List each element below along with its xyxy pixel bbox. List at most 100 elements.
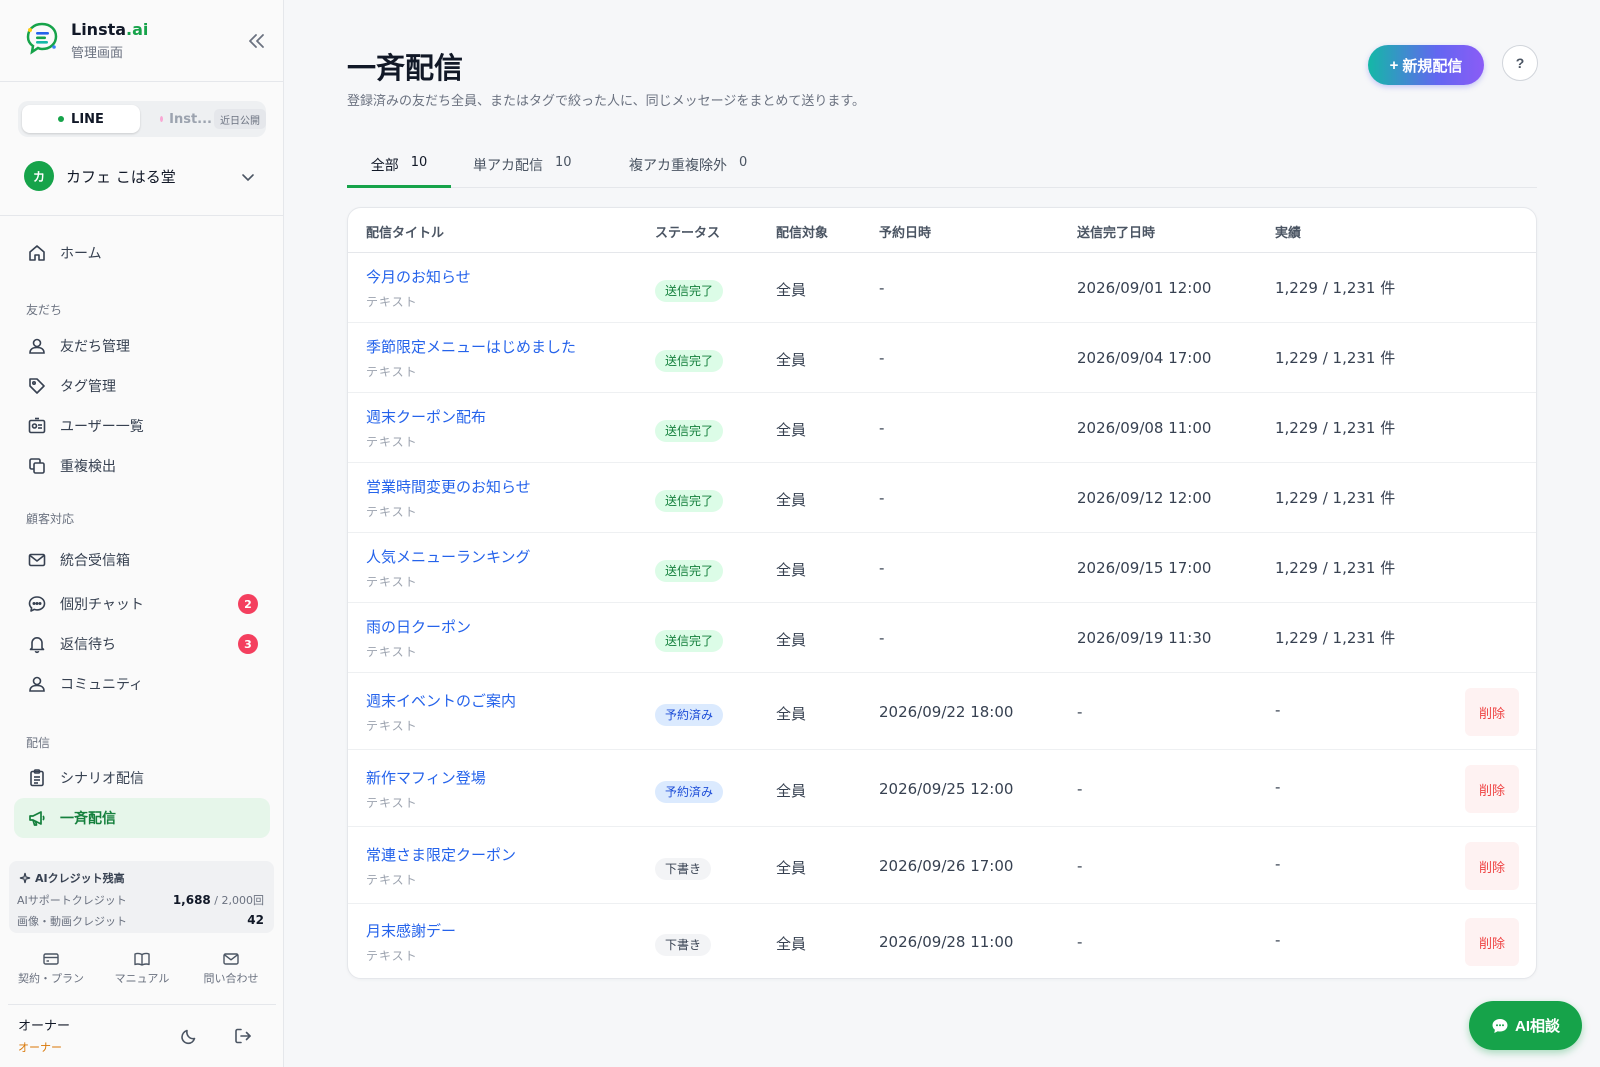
broadcast-title-link[interactable]: 新作マフィン登場 xyxy=(366,767,486,788)
channel-switch: LINE Inst... 近日公開 xyxy=(18,101,266,137)
channel-line-tab[interactable]: LINE xyxy=(22,105,140,133)
broadcast-title-link[interactable]: 週末イベントのご案内 xyxy=(366,690,516,711)
chevron-down-icon xyxy=(242,174,254,182)
broadcast-type: テキスト xyxy=(366,645,418,659)
page-description: 登録済みの友だち全員、またはタグで絞った人に、同じメッセージをまとめて送ります。 xyxy=(347,94,866,109)
coming-soon-badge: 近日公開 xyxy=(214,109,266,129)
moon-icon[interactable] xyxy=(179,1026,199,1046)
broadcast-title-link[interactable]: 今月のお知らせ xyxy=(366,266,471,287)
help-button[interactable]: ? xyxy=(1502,45,1538,81)
broadcast-title-link[interactable]: 人気メニューランキング xyxy=(366,546,531,567)
completed-cell: 2026/09/04 17:00 xyxy=(1077,349,1212,367)
account-selector[interactable]: カ カフェ こはる堂 xyxy=(18,155,266,197)
target-cell: 全員 xyxy=(776,859,807,877)
status-cell: 下書き xyxy=(655,934,712,956)
broadcast-type: テキスト xyxy=(366,505,418,519)
clipboard-icon xyxy=(30,769,44,787)
sidebar: Linsta.ai 管理画面 LINE Inst... 近日公開 カ カフェ こ… xyxy=(0,0,284,1067)
nav-duplicates[interactable]: 重複検出 xyxy=(14,446,270,486)
scheduled-cell: 2026/09/26 17:00 xyxy=(879,857,1014,875)
result-cell: - xyxy=(1275,701,1281,719)
contact-link[interactable]: 問い合わせ xyxy=(186,950,276,986)
chat-unread-badge: 2 xyxy=(238,594,258,614)
completed-cell: 2026/09/19 11:30 xyxy=(1077,629,1212,647)
nav-broadcast[interactable]: 一斉配信 xyxy=(14,798,270,838)
nav-users[interactable]: ユーザー一覧 xyxy=(14,406,270,446)
tab-multi-account-dedup[interactable]: 複アカ重複除外 0 xyxy=(629,150,747,188)
result-cell: 1,229 / 1,231 件 xyxy=(1275,279,1396,297)
nav-inbox[interactable]: 統合受信箱 xyxy=(14,540,270,580)
nav-community-label: コミュニティ xyxy=(60,677,144,693)
broadcast-title-link[interactable]: 週末クーポン配布 xyxy=(366,406,486,427)
ai-consult-button[interactable]: AI相談 xyxy=(1469,1001,1582,1050)
scheduled-cell: - xyxy=(879,419,885,437)
result-cell: - xyxy=(1275,778,1281,796)
table-row: 人気メニューランキング テキスト 送信完了 全員 - 2026/09/15 17:00 1,… xyxy=(348,533,1536,603)
divider xyxy=(0,215,283,216)
status-badge: 下書き xyxy=(655,858,712,880)
result-cell: 1,229 / 1,231 件 xyxy=(1275,629,1396,647)
nav-friends[interactable]: 友だち管理 xyxy=(14,326,270,366)
table-row: 週末イベントのご案内 テキスト 予約済み 全員 2026/09/22 18:00 - - 削除 xyxy=(348,673,1536,750)
result-cell: - xyxy=(1275,855,1281,873)
broadcast-title-link[interactable]: 営業時間変更のお知らせ xyxy=(366,476,531,497)
target-cell: 全員 xyxy=(776,631,807,649)
manual-link[interactable]: マニュアル xyxy=(97,950,187,986)
user-name: オーナー xyxy=(18,1019,71,1034)
target-cell: 全員 xyxy=(776,705,807,723)
broadcast-title-link[interactable]: 雨の日クーポン xyxy=(366,616,471,637)
chat-icon xyxy=(1492,1018,1508,1033)
delete-button[interactable]: 削除 xyxy=(1465,765,1519,813)
community-icon xyxy=(29,676,45,692)
nav-chat-label: 個別チャット xyxy=(60,597,144,613)
nav-tags[interactable]: タグ管理 xyxy=(14,366,270,406)
plan-link[interactable]: 契約・プラン xyxy=(6,950,96,986)
status-cell: 送信完了 xyxy=(655,560,724,582)
nav-pending[interactable]: 返信待ち 3 xyxy=(14,624,270,664)
delete-button[interactable]: 削除 xyxy=(1465,842,1519,890)
completed-cell: - xyxy=(1077,857,1083,875)
broadcast-title-link[interactable]: 季節限定メニューはじめました xyxy=(366,336,576,357)
divider xyxy=(8,1004,276,1005)
nav-users-label: ユーザー一覧 xyxy=(60,419,144,435)
brand-subtitle: 管理画面 xyxy=(71,46,124,61)
collapse-sidebar-icon[interactable] xyxy=(244,30,268,52)
scheduled-cell: - xyxy=(879,279,885,297)
megaphone-icon xyxy=(29,811,45,826)
delete-button[interactable]: 削除 xyxy=(1465,688,1519,736)
home-icon xyxy=(29,245,45,261)
channel-instagram-tab[interactable]: Inst... xyxy=(142,105,212,133)
tab-single-account[interactable]: 単アカ配信 10 xyxy=(473,150,572,188)
broadcast-type: テキスト xyxy=(366,365,418,379)
broadcast-title-link[interactable]: 常連さま限定クーポン xyxy=(366,844,516,865)
nav-chat[interactable]: 個別チャット 2 xyxy=(14,584,270,624)
header-status: ステータス xyxy=(655,226,721,241)
new-broadcast-button[interactable]: + 新規配信 xyxy=(1368,45,1484,85)
status-badge: 送信完了 xyxy=(655,280,724,302)
broadcast-type: テキスト xyxy=(366,435,418,449)
broadcast-type: テキスト xyxy=(366,873,418,887)
brand-header: Linsta.ai 管理画面 xyxy=(0,0,283,82)
title-cell: 週末イベントのご案内 テキスト xyxy=(366,690,516,734)
scheduled-cell: 2026/09/22 18:00 xyxy=(879,703,1014,721)
status-cell: 送信完了 xyxy=(655,630,724,652)
logout-icon[interactable] xyxy=(233,1026,253,1046)
delete-button[interactable]: 削除 xyxy=(1465,918,1519,966)
status-cell: 予約済み xyxy=(655,704,724,726)
title-cell: 週末クーポン配布テキスト xyxy=(366,406,486,450)
target-cell: 全員 xyxy=(776,491,807,509)
table-header: 配信タイトル ステータス 配信対象 予約日時 送信完了日時 実績 xyxy=(348,208,1536,253)
result-cell: 1,229 / 1,231 件 xyxy=(1275,489,1396,507)
title-cell: 人気メニューランキング テキスト xyxy=(366,546,531,590)
nav-scenario[interactable]: シナリオ配信 xyxy=(14,758,270,798)
nav-home[interactable]: ホーム xyxy=(14,233,270,273)
status-cell: 送信完了 xyxy=(655,280,724,302)
user-role: オーナー xyxy=(18,1041,62,1054)
plus-icon: + xyxy=(1389,56,1399,74)
tab-all[interactable]: 全部 10 xyxy=(347,150,451,188)
broadcast-title-link[interactable]: 月末感謝デー xyxy=(366,920,456,941)
support-credit-label: AIサポートクレジット xyxy=(17,894,127,907)
completed-cell: - xyxy=(1077,933,1083,951)
nav-community[interactable]: コミュニティ xyxy=(14,664,270,704)
bell-icon xyxy=(29,637,45,654)
